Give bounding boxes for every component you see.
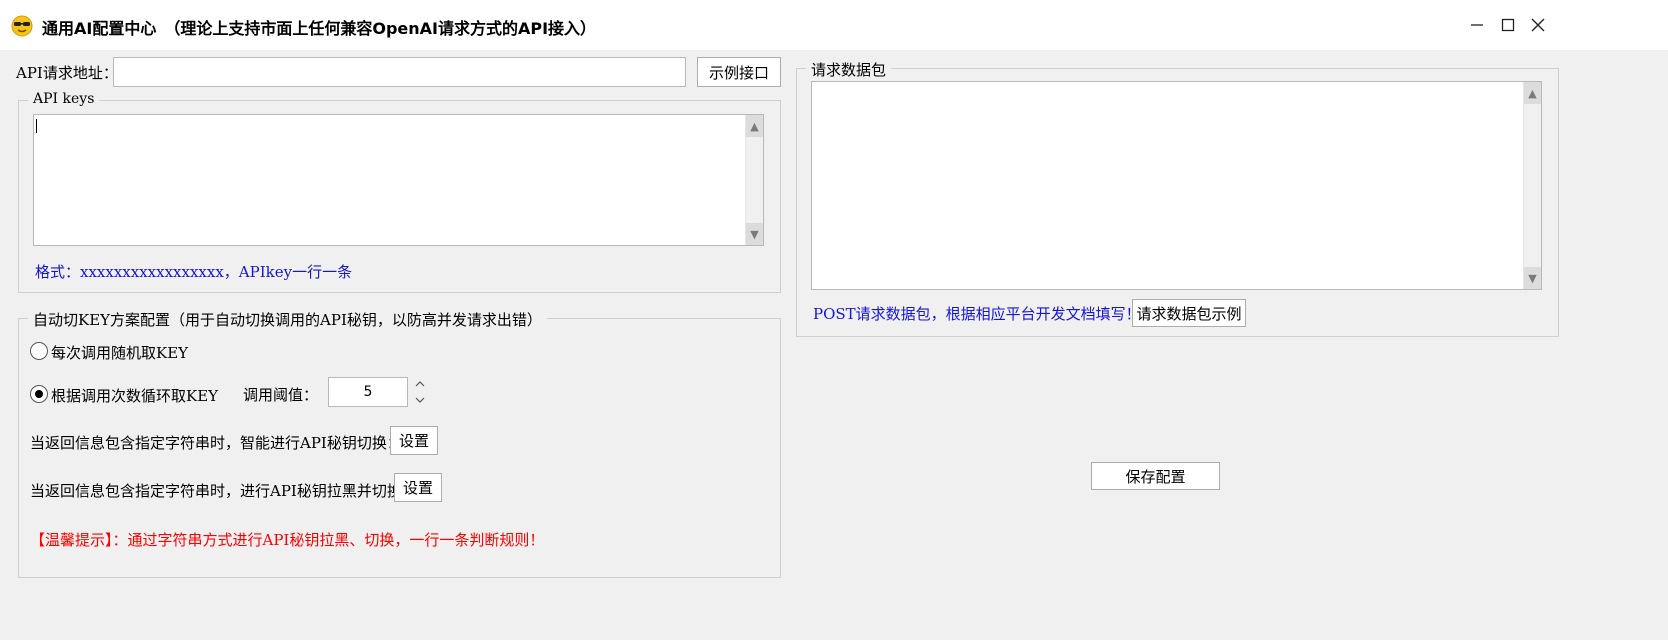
request-packet-textarea[interactable]: ▲ ▼: [811, 81, 1542, 290]
switch-config-legend: 自动切KEY方案配置（用于自动切换调用的API秘钥，以防高并发请求出错）: [28, 309, 547, 330]
api-keys-scrollbar[interactable]: ▲ ▼: [745, 115, 763, 245]
scroll-down-icon[interactable]: ▼: [1524, 267, 1541, 289]
threshold-input[interactable]: 5: [328, 377, 408, 407]
radio-random-label: 每次调用随机取KEY: [51, 344, 189, 362]
request-packet-hint: POST请求数据包，根据相应平台开发文档填写！: [813, 305, 1141, 323]
window-title: 通用AI配置中心 （理论上支持市面上任何兼容OpenAI请求方式的API接入）: [42, 19, 597, 38]
request-packet-scrollbar[interactable]: ▲ ▼: [1523, 82, 1541, 289]
threshold-stepper[interactable]: [413, 378, 427, 406]
radio-selected-dot: [35, 390, 43, 398]
scroll-down-icon[interactable]: ▼: [746, 223, 763, 245]
example-api-button[interactable]: 示例接口: [697, 57, 781, 87]
minimize-icon[interactable]: [1460, 10, 1494, 40]
radio-button[interactable]: [30, 342, 48, 360]
api-keys-format-hint: 格式：xxxxxxxxxxxxxxxxx，APIkey一行一条: [35, 263, 353, 281]
request-packet-legend: 请求数据包: [806, 59, 892, 80]
threshold-label: 调用阈值：: [243, 386, 319, 404]
sunglasses-face-icon: [10, 14, 34, 38]
title-bar: 通用AI配置中心 （理论上支持市面上任何兼容OpenAI请求方式的API接入）: [0, 0, 1668, 50]
maximize-icon[interactable]: [1491, 10, 1525, 40]
api-url-input[interactable]: [113, 57, 686, 87]
api-keys-legend: API keys: [28, 91, 100, 107]
text-cursor: [36, 119, 37, 133]
blacklist-settings-button[interactable]: 设置: [394, 473, 442, 502]
close-icon[interactable]: [1521, 10, 1555, 40]
blacklist-label: 当返回信息包含指定字符串时，进行API秘钥拉黑并切换：: [30, 482, 417, 500]
radio-cycle-key[interactable]: 根据调用次数循环取KEY: [30, 385, 230, 405]
scroll-up-icon[interactable]: ▲: [1524, 82, 1541, 104]
scroll-up-icon[interactable]: ▲: [746, 115, 763, 137]
save-config-button[interactable]: 保存配置: [1091, 462, 1220, 490]
smart-switch-label: 当返回信息包含指定字符串时，智能进行API秘钥切换：: [30, 434, 402, 452]
smart-switch-settings-button[interactable]: 设置: [390, 426, 438, 455]
radio-random-key[interactable]: 每次调用随机取KEY: [30, 342, 210, 362]
warm-tip: 【温馨提示】：通过字符串方式进行API秘钥拉黑、切换，一行一条判断规则！: [30, 531, 545, 549]
api-url-label: API请求地址：: [16, 64, 118, 82]
radio-button[interactable]: [30, 385, 48, 403]
request-packet-example-button[interactable]: 请求数据包示例: [1132, 299, 1246, 327]
radio-cycle-label: 根据调用次数循环取KEY: [51, 387, 219, 405]
api-keys-textarea[interactable]: ▲ ▼: [33, 114, 764, 246]
